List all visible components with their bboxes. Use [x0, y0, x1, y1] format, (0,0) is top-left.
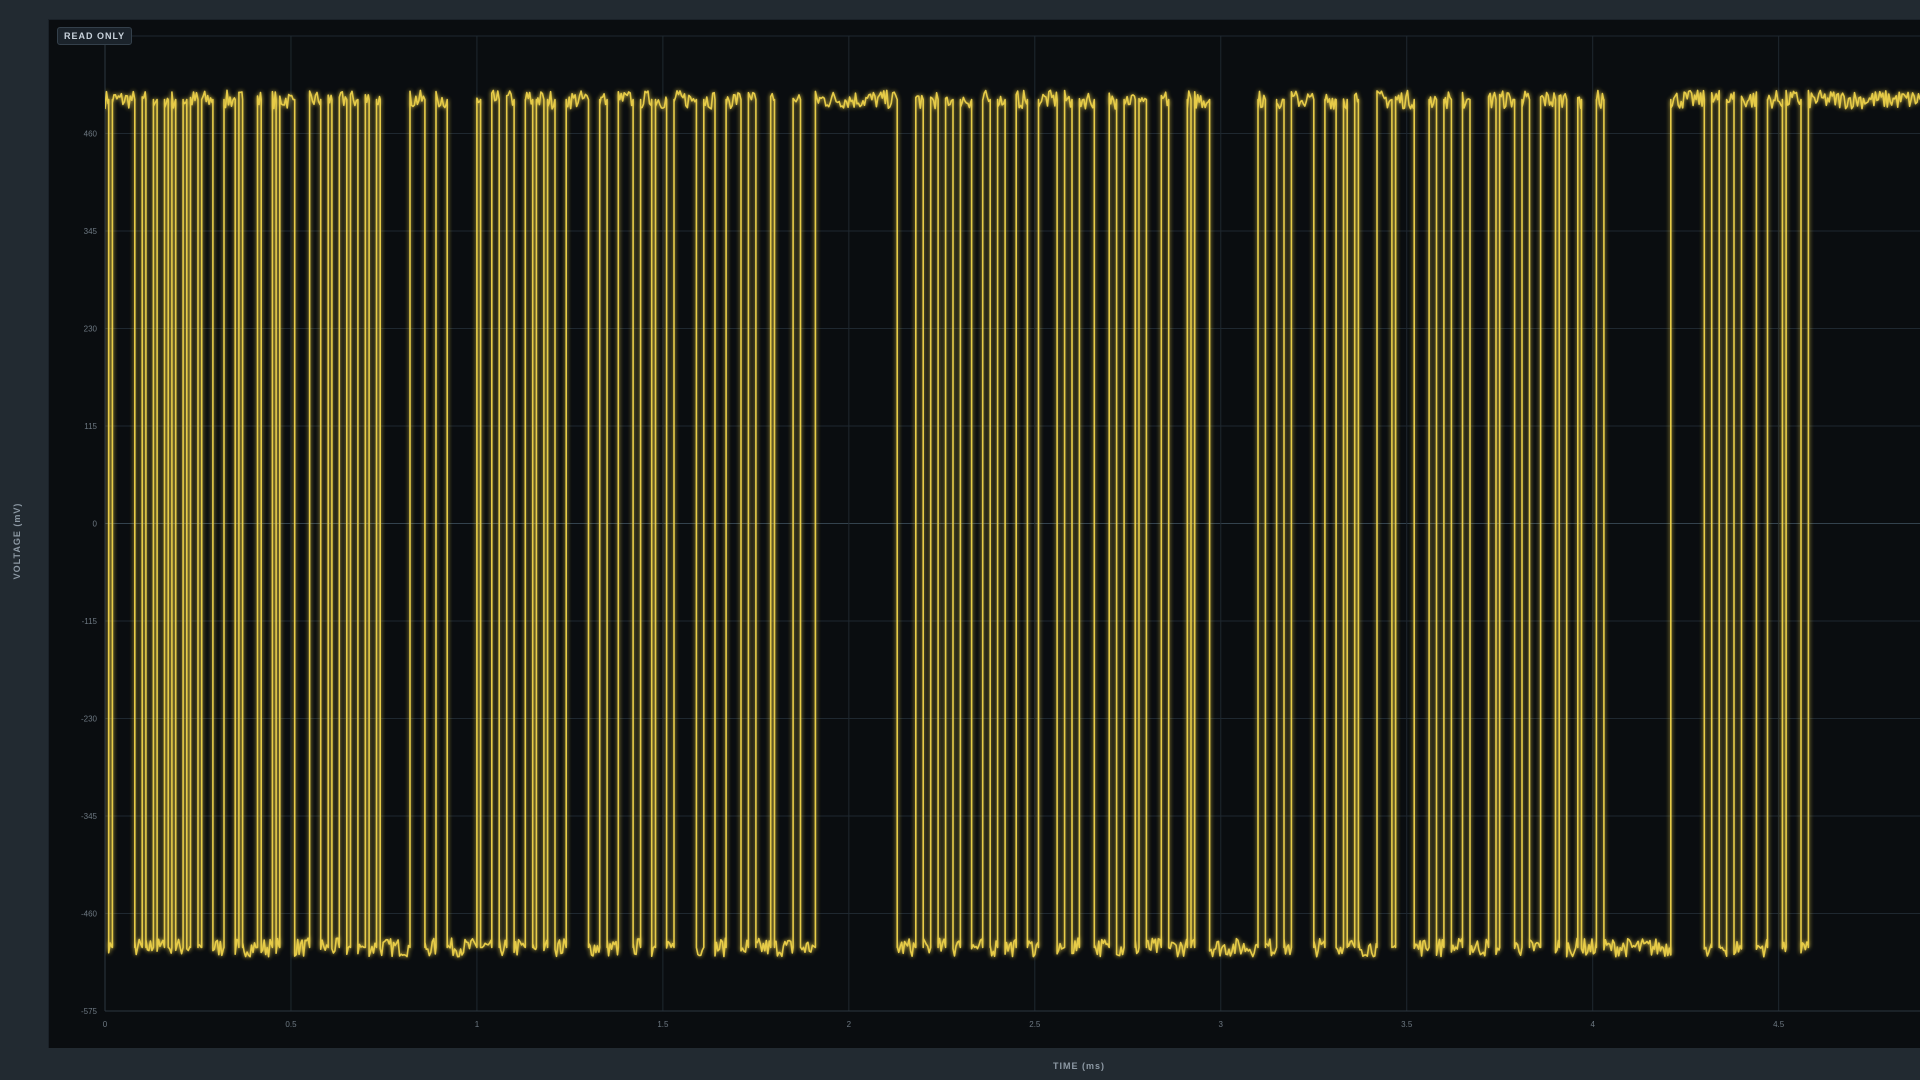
- y-tick-label: 230: [84, 325, 98, 334]
- y-tick-label: -575: [81, 1007, 98, 1016]
- y-tick-label: -345: [81, 812, 98, 821]
- y-axis-label: VOLTAGE (mV): [12, 502, 22, 580]
- y-tick-label: 0: [93, 520, 98, 529]
- x-axis-label: TIME (ms): [1052, 1061, 1106, 1071]
- x-tick-label: 4.5: [1773, 1020, 1785, 1029]
- waveform-chart[interactable]: 460 345 230 115 0 -115 -230 -345 -460 -575 0 0.5 1 1.…: [0, 0, 1920, 1080]
- x-tick-label: 1: [475, 1020, 480, 1029]
- y-tick-label: -230: [81, 715, 98, 724]
- x-tick-label: 3.5: [1401, 1020, 1413, 1029]
- read-only-badge: READ ONLY: [57, 27, 133, 45]
- y-tick-label: 115: [84, 422, 97, 431]
- app-window: 460 345 230 115 0 -115 -230 -345 -460 -575 0 0.5 1 1.…: [0, 0, 1920, 1080]
- y-tick-label: -460: [81, 910, 98, 919]
- y-tick-label: 460: [84, 130, 98, 139]
- x-tick-label: 4: [1590, 1020, 1595, 1029]
- x-tick-label: 0: [103, 1020, 108, 1029]
- x-tick-label: 1.5: [657, 1020, 669, 1029]
- x-tick-label: 0.5: [285, 1020, 297, 1029]
- x-tick-label: 2.5: [1029, 1020, 1041, 1029]
- y-tick-label: -115: [82, 617, 98, 626]
- y-tick-label: 345: [84, 227, 98, 236]
- x-tick-label: 3: [1219, 1020, 1224, 1029]
- x-tick-label: 2: [847, 1020, 852, 1029]
